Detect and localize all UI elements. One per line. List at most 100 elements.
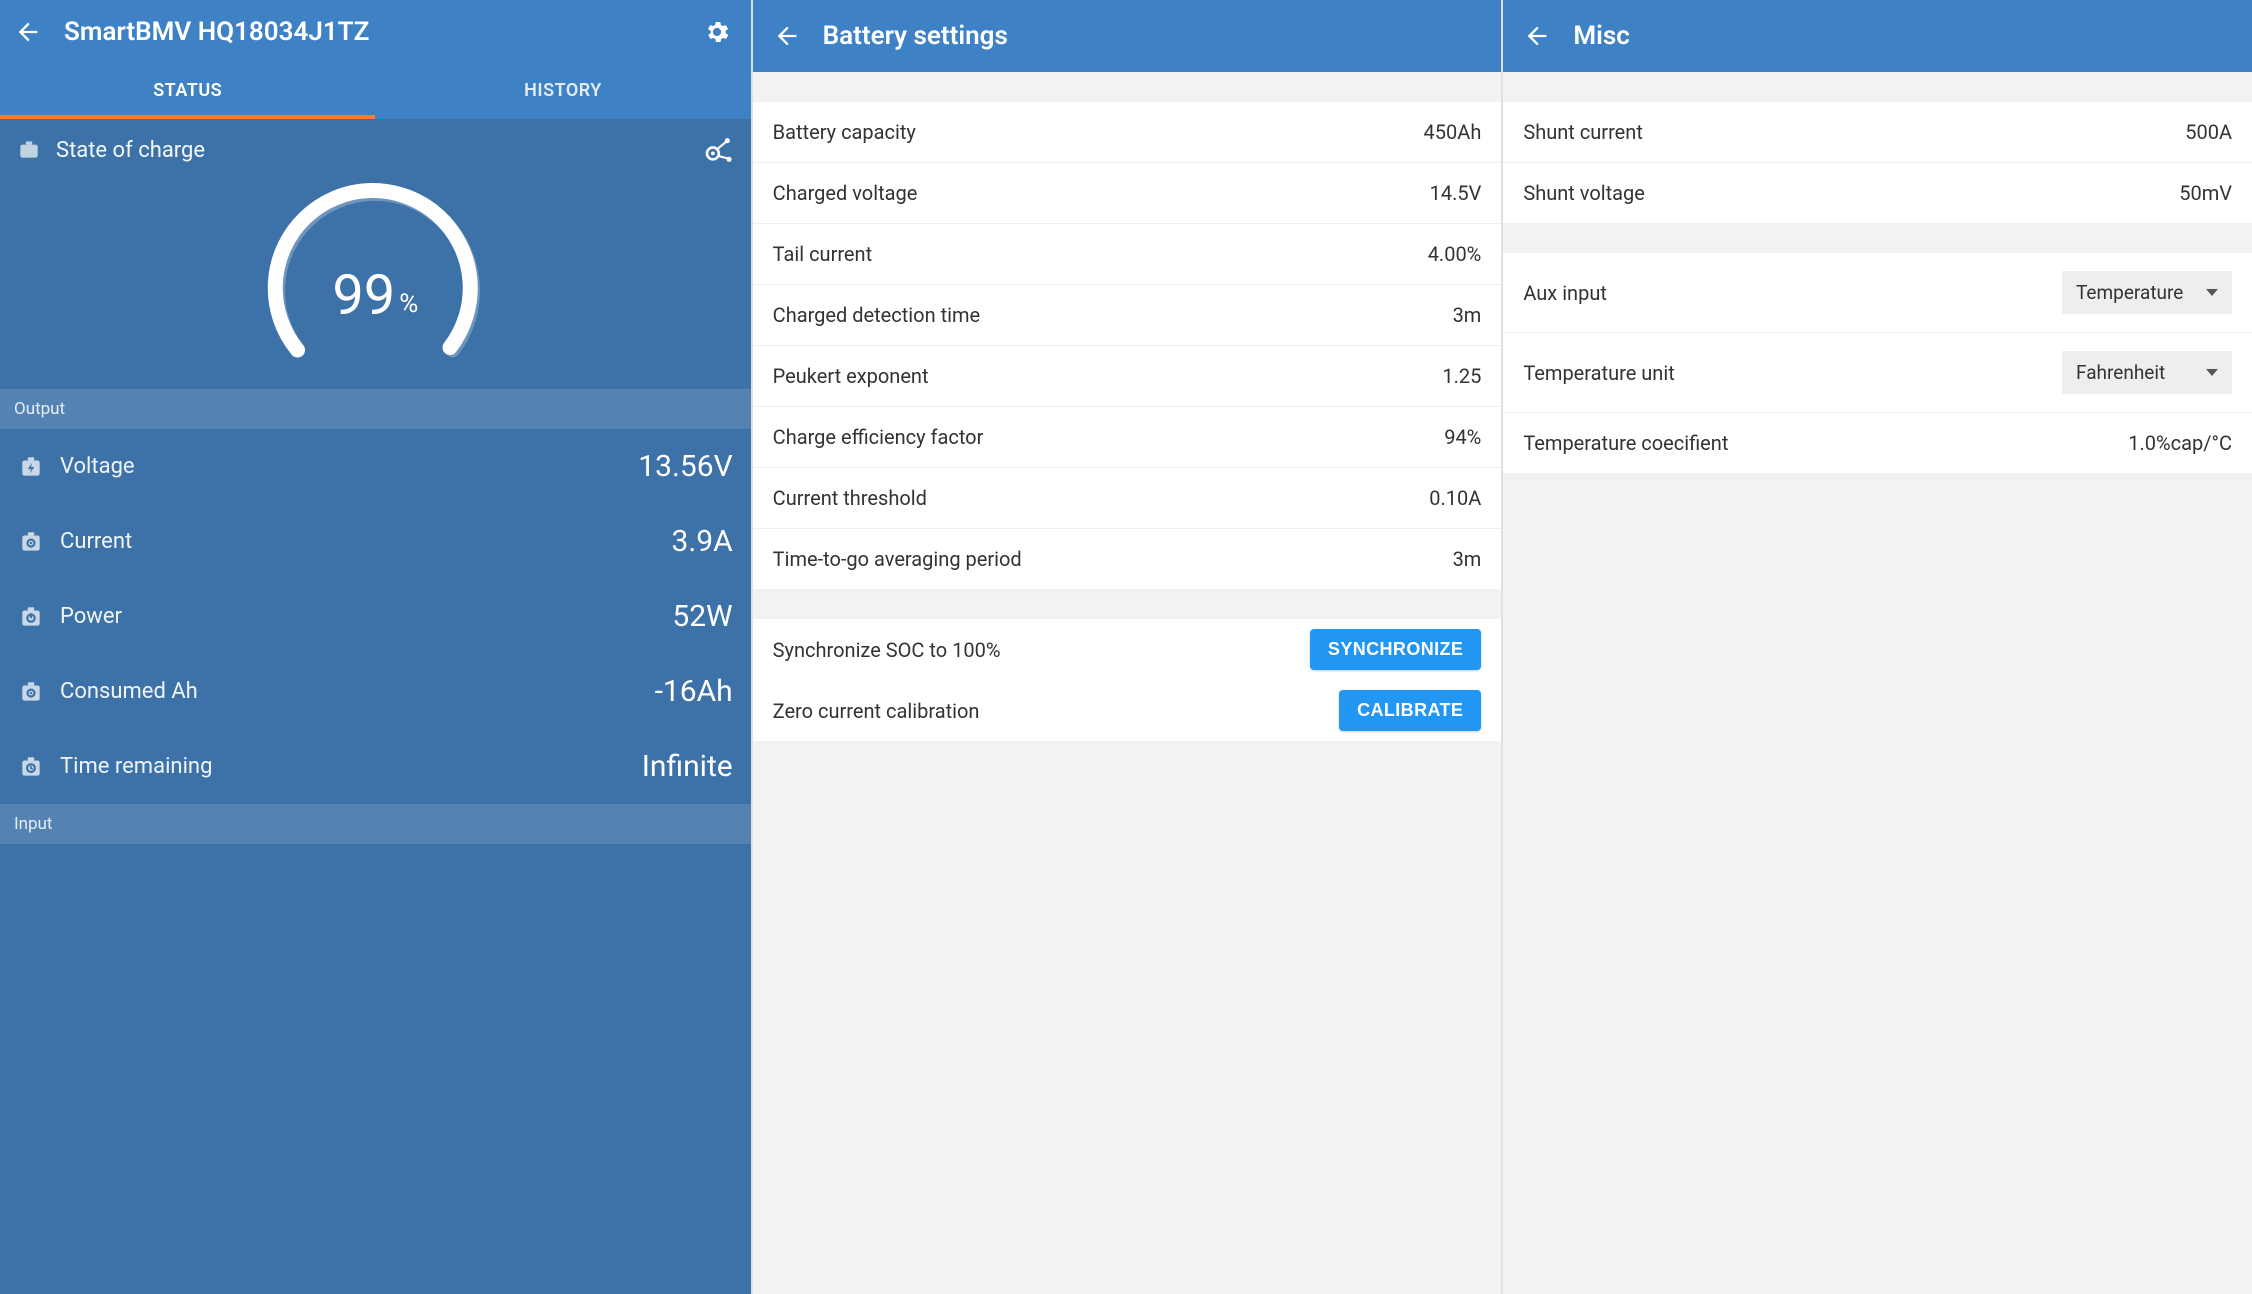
arrow-left-icon (14, 18, 42, 46)
battery-settings-panel: Battery settings Battery capacity 450Ah Ch… (751, 0, 1502, 1294)
action-zero-current-calibrate: Zero current calibration CALIBRATE (753, 680, 1502, 741)
setting-temperature-coef[interactable]: Temperature coecifient 1.0%cap/°C (1503, 413, 2252, 473)
setting-label: Aux input (1523, 281, 2050, 305)
setting-value: 94% (1444, 425, 1481, 449)
misc-panel: Misc Shunt current500AShunt voltage50mV … (1501, 0, 2252, 1294)
battery-settings-appbar: Battery settings (753, 0, 1502, 72)
arrow-left-icon (773, 22, 801, 50)
settings-button[interactable] (699, 14, 735, 50)
setting-value: 1.0%cap/°C (2128, 431, 2232, 455)
network-icon (701, 133, 735, 167)
section-input: Input (0, 804, 751, 844)
zero-current-calibrate-button[interactable]: CALIBRATE (1339, 690, 1481, 731)
setting-label: Peukert exponent (773, 364, 1431, 388)
soc-value-unit: % (399, 289, 418, 319)
setting-temperature-unit: Temperature unitFahrenheit (1503, 333, 2252, 413)
action-label: Zero current calibration (773, 699, 1327, 723)
battery-icon (16, 137, 42, 163)
soc-gauge: 99 % (0, 175, 751, 389)
metric-value: 52W (672, 599, 732, 634)
metric-time-remaining[interactable]: Time remaining Infinite (0, 729, 751, 804)
setting-current-threshold[interactable]: Current threshold0.10A (753, 468, 1502, 529)
section-output: Output (0, 389, 751, 429)
setting-aux-input: Aux input Temperature (1503, 253, 2252, 333)
setting-shunt-voltage[interactable]: Shunt voltage 50mV (1503, 163, 2252, 223)
bolt-icon (18, 454, 44, 480)
setting-battery-capacity[interactable]: Battery capacity 450Ah (753, 102, 1502, 163)
setting-shunt-current[interactable]: Shunt current 500A (1503, 102, 2252, 163)
soc-header: State of charge (0, 119, 751, 175)
metrics-list: Voltage 13.56V Current 3.9A Power 52W Consumed… (0, 429, 751, 804)
soc-value: 99 % (245, 175, 505, 375)
setting-label: Temperature coecifient (1523, 431, 2116, 455)
setting-value: 450Ah (1424, 120, 1482, 144)
battery-settings-actions: Synchronize SOC to 100% SYNCHRONIZE Zero c… (753, 619, 1502, 741)
battery-settings-list: Battery capacity 450Ah Charged voltage 14.5… (753, 102, 1502, 589)
status-appbar: SmartBMV HQ18034J1TZ (0, 0, 751, 64)
metric-label: Consumed Ah (60, 679, 639, 704)
setting-value: 14.5V (1430, 181, 1482, 205)
metric-label: Power (60, 604, 656, 629)
setting-value: 50mV (2179, 181, 2232, 205)
back-button[interactable] (769, 18, 805, 54)
setting-charged-detection-time[interactable]: Charged detection time 3m (753, 285, 1502, 346)
setting-value: 0.10A (1429, 486, 1481, 510)
back-button[interactable] (10, 14, 46, 50)
caret-down-icon (2206, 289, 2218, 296)
target-icon (18, 529, 44, 555)
synchronize-soc-button[interactable]: SYNCHRONIZE (1310, 629, 1481, 670)
soc-value-num: 99 (332, 262, 395, 328)
setting-tail-current[interactable]: Tail current 4.00% (753, 224, 1502, 285)
status-panel: SmartBMV HQ18034J1TZ STATUS HISTORY Stat… (0, 0, 751, 1294)
metric-value: Infinite (642, 749, 733, 784)
setting-label: Charge efficiency factor (773, 425, 1433, 449)
back-button[interactable] (1519, 18, 1555, 54)
setting-label: Charged voltage (773, 181, 1418, 205)
aux-input-select[interactable]: Temperature (2062, 271, 2232, 314)
setting-peukert-exponent[interactable]: Peukert exponent 1.25 (753, 346, 1502, 407)
setting-label: Charged detection time (773, 303, 1441, 327)
gear-icon (703, 18, 731, 46)
metric-consumed-ah[interactable]: Consumed Ah-16Ah (0, 654, 751, 729)
setting-value: 1.25 (1442, 364, 1481, 388)
metric-voltage[interactable]: Voltage 13.56V (0, 429, 751, 504)
metric-label: Current (60, 529, 655, 554)
action-synchronize-soc: Synchronize SOC to 100% SYNCHRONIZE (753, 619, 1502, 680)
misc-title: Misc (1573, 21, 2236, 51)
misc-list-1: Shunt current 500A Shunt voltage 50mV (1503, 102, 2252, 223)
setting-value: 3m (1453, 303, 1482, 327)
setting-charged-voltage[interactable]: Charged voltage 14.5V (753, 163, 1502, 224)
metric-current[interactable]: Current 3.9A (0, 504, 751, 579)
setting-value: 4.00% (1428, 242, 1482, 266)
temperature-unit-select[interactable]: Fahrenheit (2062, 351, 2232, 394)
arrow-left-icon (1523, 22, 1551, 50)
setting-charge-efficiency-factor[interactable]: Charge efficiency factor 94% (753, 407, 1502, 468)
setting-label: Time-to-go averaging period (773, 547, 1441, 571)
target-icon (18, 679, 44, 705)
power-icon (18, 604, 44, 630)
setting-label: Shunt current (1523, 120, 2173, 144)
device-title: SmartBMV HQ18034J1TZ (64, 17, 681, 47)
status-tabs: STATUS HISTORY (0, 64, 751, 119)
misc-list-2: Aux input Temperature Temperature unitFahr… (1503, 253, 2252, 473)
metric-power[interactable]: Power 52W (0, 579, 751, 654)
setting-value: 500A (2185, 120, 2232, 144)
misc-appbar: Misc (1503, 0, 2252, 72)
metric-value: 13.56V (638, 449, 732, 484)
metric-label: Voltage (60, 454, 622, 479)
action-label: Synchronize SOC to 100% (773, 638, 1298, 662)
setting-ttg-averaging-period[interactable]: Time-to-go averaging period 3m (753, 529, 1502, 589)
setting-label: Tail current (773, 242, 1416, 266)
soc-label: State of charge (56, 138, 687, 163)
metric-label: Time remaining (60, 754, 626, 779)
setting-value: 3m (1453, 547, 1482, 571)
clock-icon (18, 754, 44, 780)
select-value: Fahrenheit (2076, 361, 2165, 384)
setting-label: Shunt voltage (1523, 181, 2167, 205)
tab-history[interactable]: HISTORY (375, 64, 750, 119)
tab-status[interactable]: STATUS (0, 64, 375, 119)
select-value: Temperature (2076, 281, 2183, 304)
setting-label: Battery capacity (773, 120, 1412, 144)
metric-value: 3.9A (671, 524, 732, 559)
caret-down-icon (2206, 369, 2218, 376)
